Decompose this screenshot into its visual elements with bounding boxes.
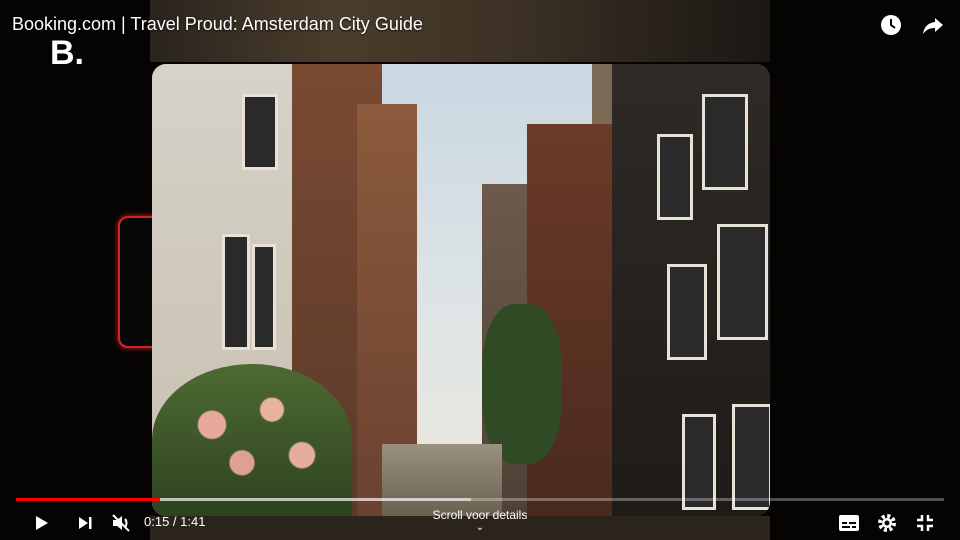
progress-bar[interactable] [16, 498, 944, 501]
scroll-hint-label: Scroll voor details [432, 508, 528, 522]
video-frame [152, 64, 770, 516]
window [717, 224, 768, 340]
window [222, 234, 250, 350]
duration: 1:41 [180, 514, 206, 529]
next-icon[interactable] [72, 510, 98, 536]
channel-logo[interactable]: B. [50, 34, 84, 73]
player-controls: 0:15 / 1:41 Scroll voor details ⌄ [0, 506, 960, 540]
window [667, 264, 707, 360]
window [732, 404, 770, 510]
share-icon[interactable] [920, 12, 946, 38]
watch-later-icon[interactable] [878, 12, 904, 38]
progress-played [16, 498, 160, 501]
time-display: 0:15 / 1:41 [144, 514, 205, 529]
window [242, 94, 278, 170]
header-actions [878, 12, 946, 38]
rose-bush [152, 364, 352, 516]
window [702, 94, 748, 190]
tree [482, 304, 562, 464]
time-separator: / [169, 514, 181, 529]
video-player[interactable] [0, 0, 960, 540]
chevron-down-icon: ⌄ [475, 522, 485, 533]
window [657, 134, 693, 220]
scroll-for-details[interactable]: Scroll voor details ⌄ [410, 508, 550, 533]
window [252, 244, 276, 350]
video-title[interactable]: Booking.com | Travel Proud: Amsterdam Ci… [12, 14, 423, 35]
current-time: 0:15 [144, 514, 170, 529]
settings-icon[interactable] [874, 510, 900, 536]
subtitles-icon[interactable] [836, 510, 862, 536]
mute-icon[interactable] [108, 510, 134, 536]
window [682, 414, 716, 510]
play-icon[interactable] [28, 510, 54, 536]
exit-fullscreen-icon[interactable] [912, 510, 938, 536]
